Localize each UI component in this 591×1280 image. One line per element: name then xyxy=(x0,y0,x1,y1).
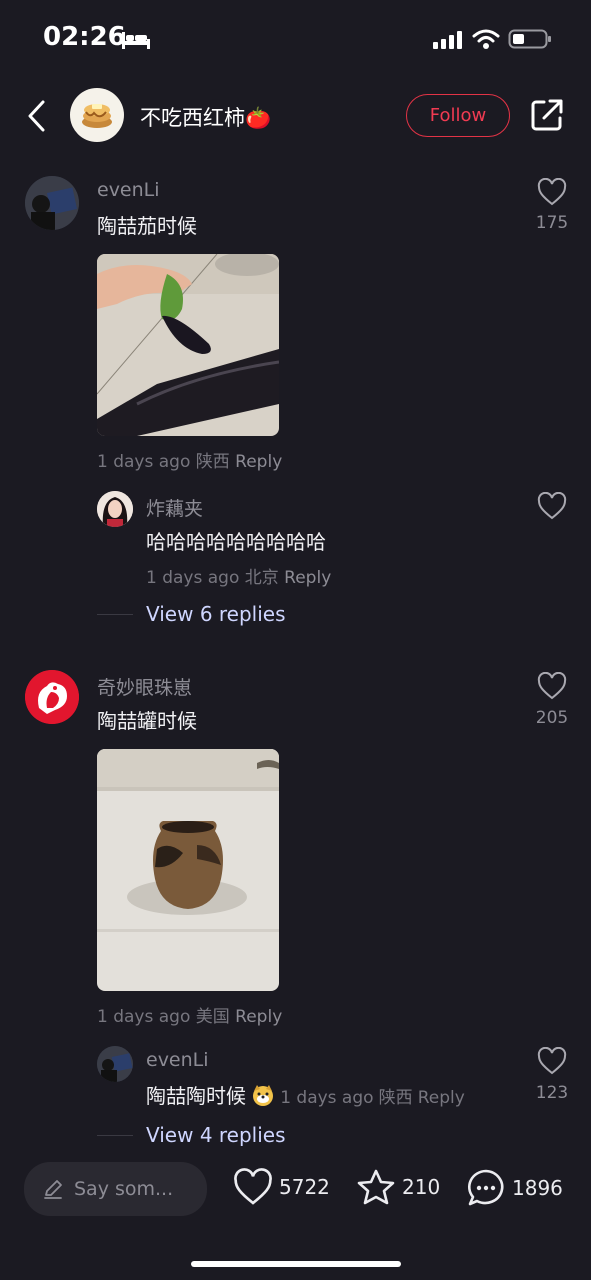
like-icon[interactable] xyxy=(537,672,567,700)
author-username[interactable]: 不吃西红柿🍅 xyxy=(140,102,271,132)
comment-total: 1896 xyxy=(512,1176,563,1200)
pottery-jar-photo xyxy=(97,749,279,991)
avatar-photo xyxy=(97,1046,133,1082)
comment-image[interactable] xyxy=(97,254,279,436)
reply-text: 哈哈哈哈哈哈哈哈哈 xyxy=(146,530,326,554)
reply-button[interactable]: Reply xyxy=(418,1088,465,1108)
status-time: 02:26 xyxy=(43,22,126,52)
comment-time: 1 days ago xyxy=(97,1007,191,1027)
chat-bubble-icon xyxy=(468,1169,504,1206)
reply-location: 北京 xyxy=(244,568,279,588)
eggplant-photo xyxy=(97,254,279,436)
comment-location: 美国 xyxy=(195,1007,230,1027)
pancake-avatar-image xyxy=(82,104,112,128)
view-replies-link[interactable]: View 6 replies xyxy=(146,602,286,626)
commenter-avatar[interactable] xyxy=(25,176,79,230)
reply-button[interactable]: Reply xyxy=(235,452,282,472)
bed-icon xyxy=(122,32,150,49)
comment-image[interactable] xyxy=(97,749,279,991)
commenter-name[interactable]: 奇妙眼珠崽 xyxy=(97,673,192,700)
reply-like-icon[interactable] xyxy=(537,492,567,520)
reply-user-name[interactable]: evenLi xyxy=(146,1049,209,1071)
favorite-total: 210 xyxy=(402,1175,441,1199)
like-action[interactable]: 5722 xyxy=(233,1168,330,1206)
battery-icon xyxy=(508,29,551,49)
avatar-photo xyxy=(25,176,79,230)
commenter-name[interactable]: evenLi xyxy=(97,179,160,201)
dog-emoji-icon xyxy=(253,1085,274,1106)
commenter-avatar[interactable] xyxy=(25,670,79,724)
status-bar: 02:26 xyxy=(0,0,591,80)
comment-text: 陶喆罐时候 xyxy=(97,709,197,733)
home-indicator xyxy=(191,1261,401,1267)
comment-text: 陶喆茄时候 xyxy=(97,214,197,238)
bottom-bar: Say som... 5722 210 1896 xyxy=(0,1146,591,1280)
pencil-icon xyxy=(44,1180,62,1199)
view-replies-divider xyxy=(97,1135,133,1136)
like-total: 5722 xyxy=(279,1175,330,1199)
reply-button[interactable]: Reply xyxy=(284,568,331,588)
comment-time: 1 days ago xyxy=(97,452,191,472)
view-replies-divider xyxy=(97,614,133,615)
comment-item: 奇妙眼珠崽 陶喆罐时候 205 1 days ago 美国 Reply even… xyxy=(0,666,591,1147)
reply-meta: 1 days ago 北京 Reply xyxy=(146,563,331,588)
reply-time: 1 days ago xyxy=(280,1088,374,1108)
back-icon[interactable] xyxy=(24,98,50,134)
reply-location: 陕西 xyxy=(378,1088,413,1108)
comments-action[interactable]: 1896 xyxy=(466,1168,563,1208)
author-avatar[interactable] xyxy=(70,88,124,142)
header: 不吃西红柿🍅 Follow xyxy=(0,80,591,152)
avatar-logo xyxy=(25,670,79,724)
heart-icon xyxy=(234,1168,272,1205)
reply-line: 陶喆陶时候 1 days ago 陕西 Reply xyxy=(146,1080,465,1109)
star-icon xyxy=(357,1169,395,1205)
view-replies-link[interactable]: View 4 replies xyxy=(146,1123,286,1147)
comment-meta: 1 days ago 陕西 Reply xyxy=(97,447,282,472)
comment-input-placeholder: Say som... xyxy=(74,1178,174,1200)
reply-user-name[interactable]: 炸藕夹 xyxy=(146,494,203,521)
reply-avatar[interactable] xyxy=(97,1046,133,1082)
like-icon[interactable] xyxy=(537,178,567,206)
cellular-signal-icon xyxy=(433,31,462,49)
comment-item: evenLi 陶喆茄时候 175 1 days ago 陕西 Reply 炸藕夹… xyxy=(0,170,591,640)
favorite-action[interactable]: 210 xyxy=(356,1168,440,1206)
comment-location: 陕西 xyxy=(195,452,230,472)
like-count: 205 xyxy=(535,708,569,728)
follow-button[interactable]: Follow xyxy=(406,94,510,137)
reply-text: 陶喆陶时候 xyxy=(146,1084,246,1108)
share-icon[interactable] xyxy=(530,98,564,132)
comment-input[interactable]: Say som... xyxy=(24,1162,207,1216)
reply-avatar[interactable] xyxy=(97,491,133,527)
reply-time: 1 days ago xyxy=(146,568,240,588)
comment-meta: 1 days ago 美国 Reply xyxy=(97,1002,282,1027)
like-count: 175 xyxy=(535,213,569,233)
reply-like-count: 123 xyxy=(535,1083,569,1103)
reply-button[interactable]: Reply xyxy=(235,1007,282,1027)
avatar-photo xyxy=(97,491,133,527)
wifi-icon xyxy=(472,29,500,49)
reply-like-icon[interactable] xyxy=(537,1047,567,1075)
